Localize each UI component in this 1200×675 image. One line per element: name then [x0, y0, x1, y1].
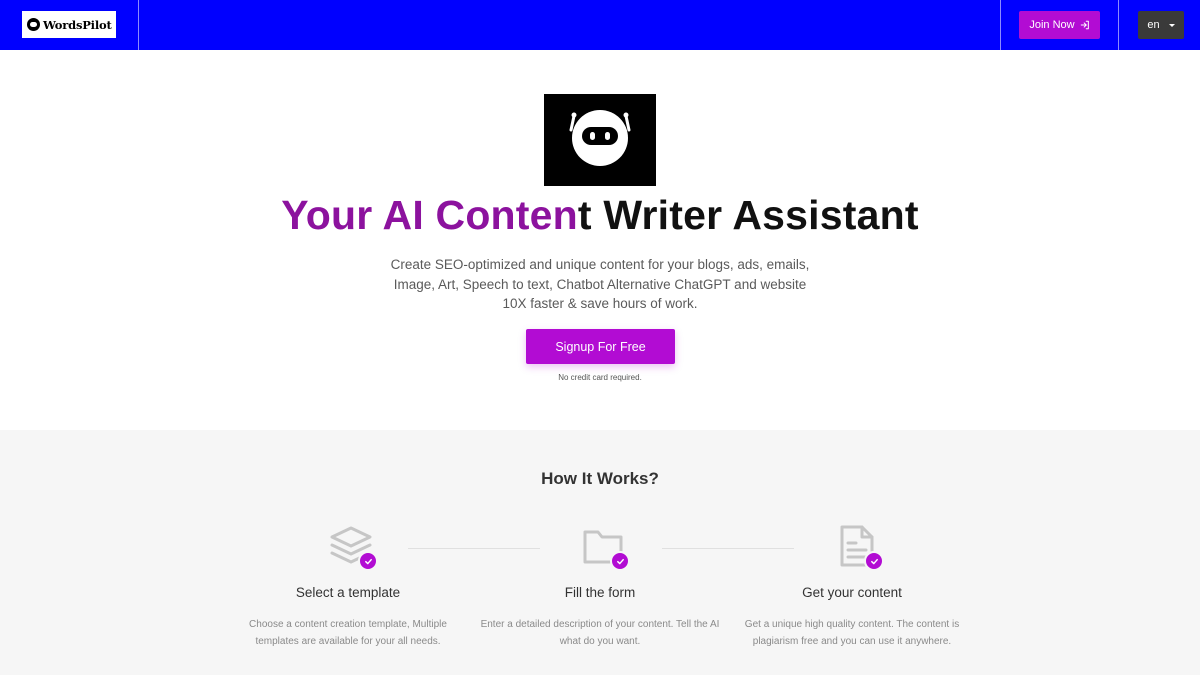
checkmark-icon — [610, 551, 630, 571]
document-icon — [834, 523, 884, 571]
chevron-down-icon — [1168, 23, 1175, 27]
join-now-label: Join Now — [1029, 19, 1075, 31]
checkmark-icon — [864, 551, 884, 571]
step-connector-line — [662, 548, 794, 549]
logo-robot-icon — [27, 18, 40, 31]
site-logo[interactable]: WordsPilot — [22, 11, 116, 38]
hero-title-rest: t Writer Assistant — [577, 192, 919, 238]
join-now-button[interactable]: Join Now — [1019, 11, 1100, 39]
checkmark-icon — [358, 551, 378, 571]
hero-title: Your AI Content Writer Assistant — [0, 192, 1200, 239]
signup-button[interactable]: Signup For Free — [526, 329, 675, 364]
hero-subtitle: Create SEO-optimized and unique content … — [390, 257, 810, 311]
step-title-get-content: Get your content — [802, 585, 902, 600]
language-label: en — [1147, 19, 1160, 31]
top-navbar: WordsPilot Join Now en — [0, 0, 1200, 50]
navbar-divider — [138, 0, 139, 50]
how-it-works-section: How It Works? Select a template Choose a… — [0, 430, 1200, 675]
logo-text: WordsPilot — [43, 17, 112, 32]
navbar-divider — [1118, 0, 1119, 50]
sign-in-icon — [1080, 20, 1089, 30]
step-title-select-template: Select a template — [295, 585, 401, 600]
step-connector-line — [408, 548, 540, 549]
robot-icon — [544, 94, 656, 186]
no-credit-card-note: No credit card required. — [558, 373, 642, 382]
section-title: How It Works? — [541, 469, 659, 488]
step-description: Choose a content creation template, Mult… — [249, 619, 447, 647]
step-title-fill-form: Fill the form — [564, 585, 636, 600]
step-description: Enter a detailed description of your con… — [480, 619, 720, 647]
hero-title-highlight: Your AI Conten — [281, 192, 578, 238]
folder-icon — [580, 523, 630, 571]
language-select[interactable]: en — [1138, 11, 1184, 39]
step-description: Get a unique high quality content. The c… — [744, 619, 960, 647]
navbar-divider — [1000, 0, 1001, 50]
layers-icon — [328, 523, 378, 571]
